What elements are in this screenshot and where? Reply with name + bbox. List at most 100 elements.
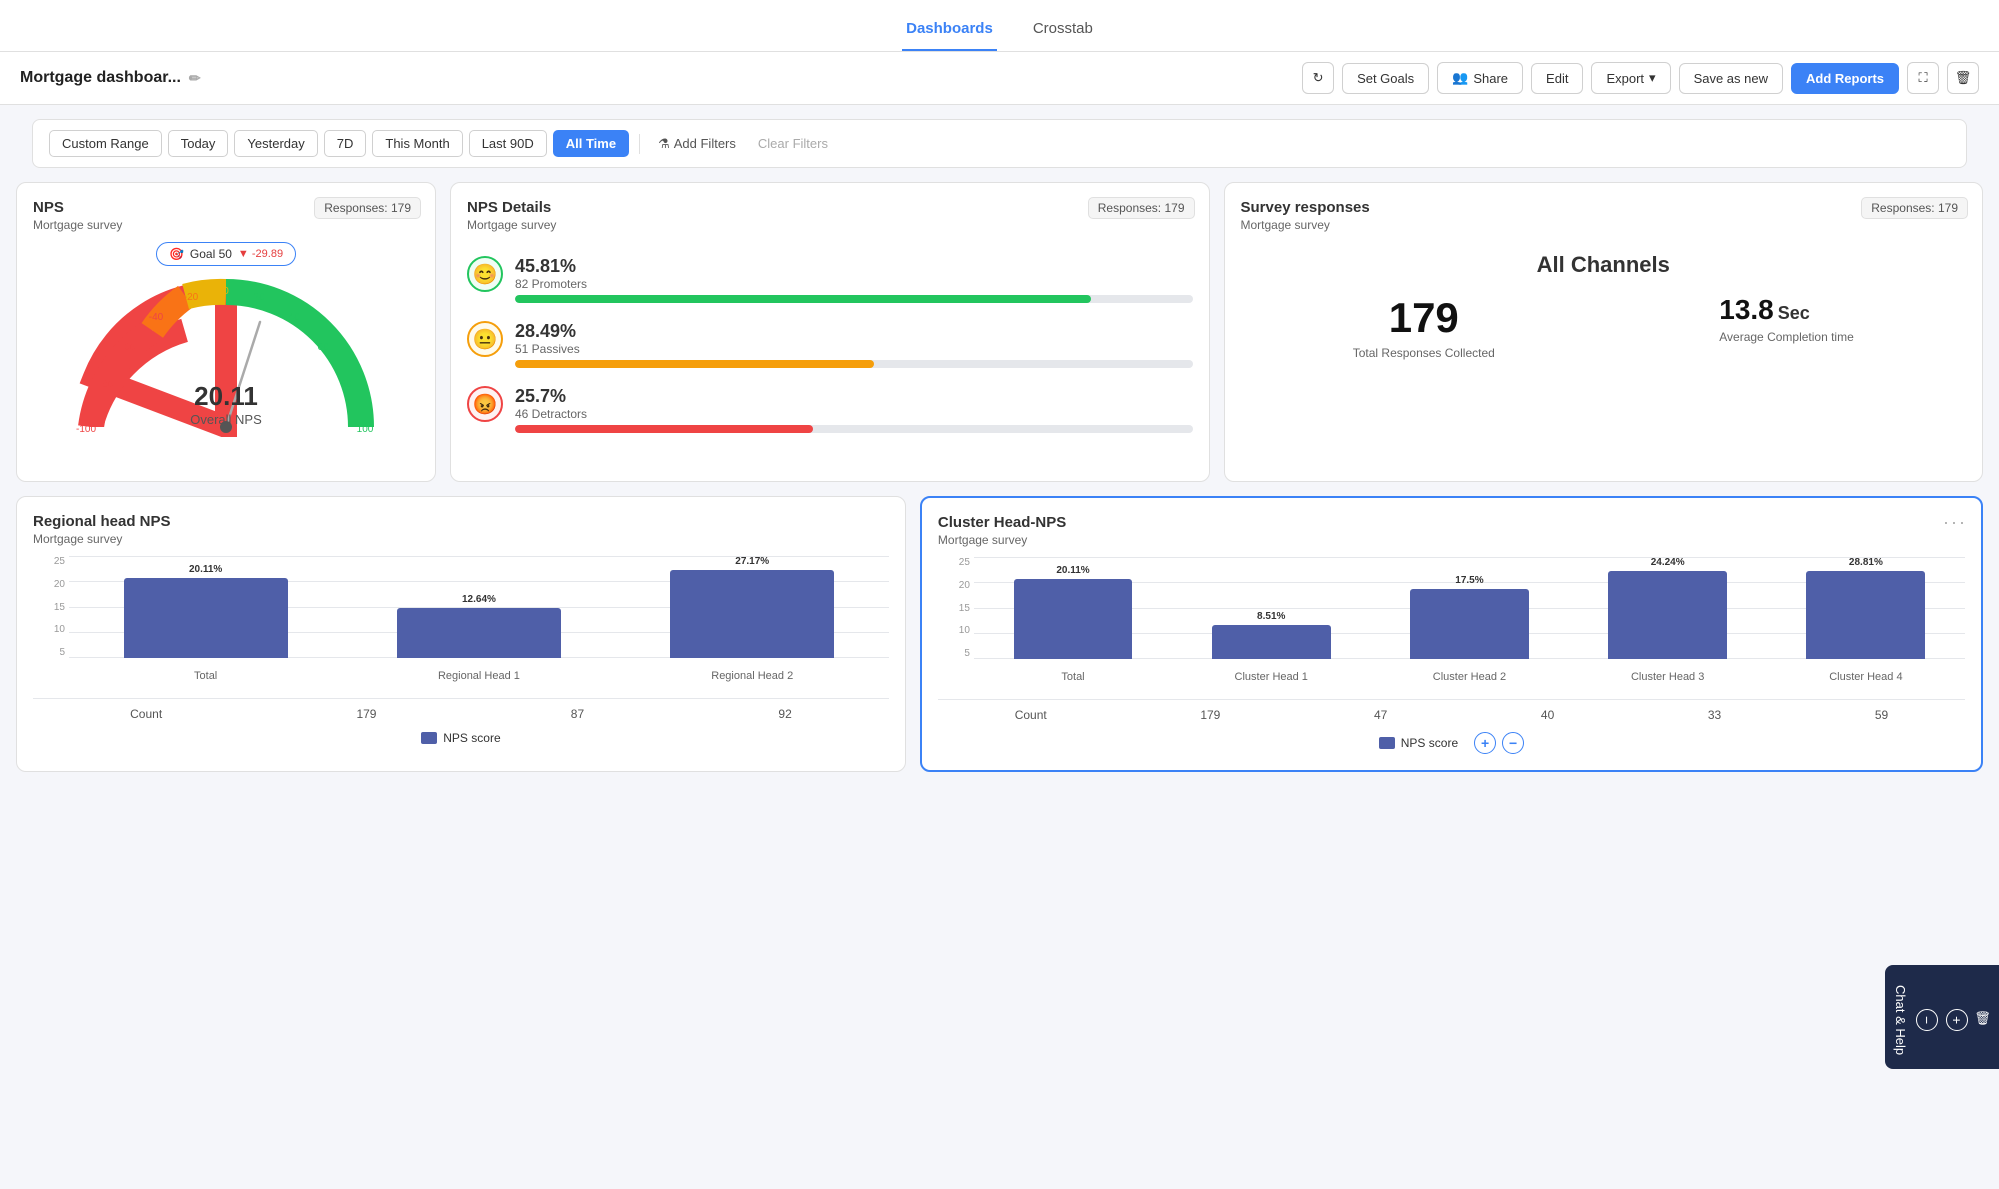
gauge-wrapper: 🎯 Goal 50 ▼ -29.89: [33, 242, 419, 437]
goal-target-icon: 🎯: [169, 247, 184, 261]
delete-icon: 🗑: [1955, 70, 1972, 86]
svg-text:80: 80: [340, 379, 352, 390]
cluster-bar-rect-ch1: [1212, 625, 1331, 659]
gauge-number: 20.11: [190, 381, 262, 412]
cluster-bar-value-ch1: 8.51%: [1257, 611, 1285, 622]
survey-responses-card: Survey responses Mortgage survey Respons…: [1224, 182, 1984, 482]
chat-help-panel[interactable]: 🗑 + − Chat & Help: [1885, 965, 1999, 1069]
zoom-in-button[interactable]: +: [1474, 732, 1496, 754]
nps-details-title: NPS Details: [467, 199, 1193, 216]
regional-nps-card: Regional head NPS Mortgage survey 25 20 …: [16, 496, 906, 772]
gauge-label: Overall NPS: [190, 412, 262, 427]
cluster-bar-label-total: Total: [1061, 671, 1084, 683]
cluster-card-title: Cluster Head-NPS: [938, 514, 1965, 531]
total-responses-stat: 179 Total Responses Collected: [1353, 294, 1495, 360]
legend-color-box: [421, 732, 437, 744]
promoter-bar-track: [515, 295, 1193, 303]
page-header: Mortgage dashboar... ✏ ↻ Set Goals 👥 Sha…: [0, 52, 1999, 105]
cluster-footer-ch4: 59: [1875, 708, 1888, 722]
chat-minus-icon[interactable]: −: [1916, 1009, 1938, 1031]
chat-label: Chat & Help: [1893, 985, 1908, 1055]
cluster-bar-value-ch2: 17.5%: [1455, 575, 1483, 586]
filter-today[interactable]: Today: [168, 130, 229, 157]
filter-bar: Custom Range Today Yesterday 7D This Mon…: [32, 119, 1967, 168]
cluster-chart-area: 25 20 15 10 5: [938, 557, 1965, 687]
filter-last-90d[interactable]: Last 90D: [469, 130, 547, 157]
gauge-svg-area: -100 -80 -60 -40 -20 0 20 40 60 80 100: [76, 272, 376, 437]
bar-rect-rh1: [397, 608, 561, 658]
set-goals-button[interactable]: Set Goals: [1342, 63, 1429, 94]
nav-dashboards[interactable]: Dashboards: [902, 12, 997, 51]
gauge-goal-badge: 🎯 Goal 50 ▼ -29.89: [156, 242, 296, 266]
filter-this-month[interactable]: This Month: [372, 130, 462, 157]
regional-footer-count-label: Count: [130, 707, 162, 721]
svg-text:-40: -40: [149, 312, 164, 323]
zoom-out-button[interactable]: −: [1502, 732, 1524, 754]
passive-bar-track: [515, 360, 1193, 368]
svg-text:-100: -100: [76, 424, 96, 435]
cluster-legend-color-box: [1379, 737, 1395, 749]
cluster-bar-rect-ch3: [1608, 571, 1727, 659]
regional-chart-bars: 20.11% Total 12.64% Regional Head 1 27.1…: [69, 556, 889, 686]
save-as-new-button[interactable]: Save as new: [1679, 63, 1783, 94]
top-card-row: NPS Mortgage survey Responses: 179 🎯 Goa…: [16, 182, 1983, 482]
gauge-value-display: 20.11 Overall NPS: [190, 381, 262, 427]
cluster-chart-footer: Count 179 47 40 33 59: [938, 699, 1965, 722]
detractor-label: 46 Detractors: [515, 407, 1193, 421]
cluster-bar-label-ch3: Cluster Head 3: [1631, 671, 1704, 683]
filter-all-time[interactable]: All Time: [553, 130, 629, 157]
cluster-card-menu-button[interactable]: ···: [1943, 512, 1967, 533]
bottom-card-row: Regional head NPS Mortgage survey 25 20 …: [16, 496, 1983, 772]
survey-responses-badge: Responses: 179: [1861, 197, 1968, 219]
share-icon: 👥: [1452, 70, 1468, 86]
table-row: 24.24% Cluster Head 3: [1569, 557, 1767, 687]
regional-y-axis: 25 20 15 10 5: [33, 556, 65, 658]
cluster-bar-rect-total: [1014, 579, 1133, 659]
dashboard-title: Mortgage dashboar...: [20, 69, 181, 87]
promoter-label: 82 Promoters: [515, 277, 1193, 291]
export-button[interactable]: Export ▾: [1591, 62, 1670, 94]
bar-value-rh1: 12.64%: [462, 594, 496, 605]
bar-rect-rh2: [670, 570, 834, 658]
cluster-footer-count-label: Count: [1015, 708, 1047, 722]
filter-custom-range[interactable]: Custom Range: [49, 130, 162, 157]
svg-text:-60: -60: [121, 342, 136, 353]
detractor-pct: 25.7%: [515, 386, 566, 406]
add-filters-button[interactable]: ⚗ Add Filters: [650, 131, 744, 157]
filter-7d[interactable]: 7D: [324, 130, 367, 157]
fullscreen-button[interactable]: ⛶: [1907, 62, 1939, 94]
add-reports-button[interactable]: Add Reports: [1791, 63, 1899, 94]
nav-crosstab[interactable]: Crosstab: [1029, 12, 1097, 51]
detractor-bar-track: [515, 425, 1193, 433]
bar-value-total: 20.11%: [189, 564, 222, 575]
chat-plus-icon[interactable]: +: [1946, 1009, 1968, 1031]
svg-text:-80: -80: [99, 379, 114, 390]
fullscreen-icon: ⛶: [1918, 70, 1927, 86]
delete-button[interactable]: 🗑: [1947, 62, 1979, 94]
total-responses-number: 179: [1353, 294, 1495, 342]
edit-button[interactable]: Edit: [1531, 63, 1583, 94]
nps-card-subtitle: Mortgage survey: [33, 218, 419, 232]
nps-details-card: NPS Details Mortgage survey Responses: 1…: [450, 182, 1210, 482]
promoter-face-icon: 😊: [467, 256, 503, 292]
table-row: 17.5% Cluster Head 2: [1370, 557, 1568, 687]
passive-bar-fill: [515, 360, 874, 368]
avg-time-stat: 13.8 Sec Average Completion time: [1719, 294, 1854, 360]
refresh-button[interactable]: ↻: [1302, 62, 1334, 94]
avg-time-number: 13.8: [1719, 294, 1774, 326]
bar-label-rh2: Regional Head 2: [711, 670, 793, 682]
regional-footer-total: 179: [356, 707, 376, 721]
share-button[interactable]: 👥 Share: [1437, 62, 1523, 94]
edit-title-icon[interactable]: ✏: [189, 70, 201, 87]
total-responses-label: Total Responses Collected: [1353, 346, 1495, 360]
cluster-y-axis: 25 20 15 10 5: [938, 557, 970, 659]
survey-card-subtitle: Mortgage survey: [1241, 218, 1967, 232]
cluster-bar-label-ch1: Cluster Head 1: [1235, 671, 1308, 683]
filter-yesterday[interactable]: Yesterday: [234, 130, 317, 157]
goal-delta: ▼ -29.89: [238, 248, 283, 260]
cluster-footer-ch1: 47: [1374, 708, 1387, 722]
nps-details-responses: Responses: 179: [1088, 197, 1195, 219]
table-row: 27.17% Regional Head 2: [616, 556, 889, 686]
cluster-bar-label-ch2: Cluster Head 2: [1433, 671, 1506, 683]
clear-filters-button[interactable]: Clear Filters: [750, 131, 836, 156]
